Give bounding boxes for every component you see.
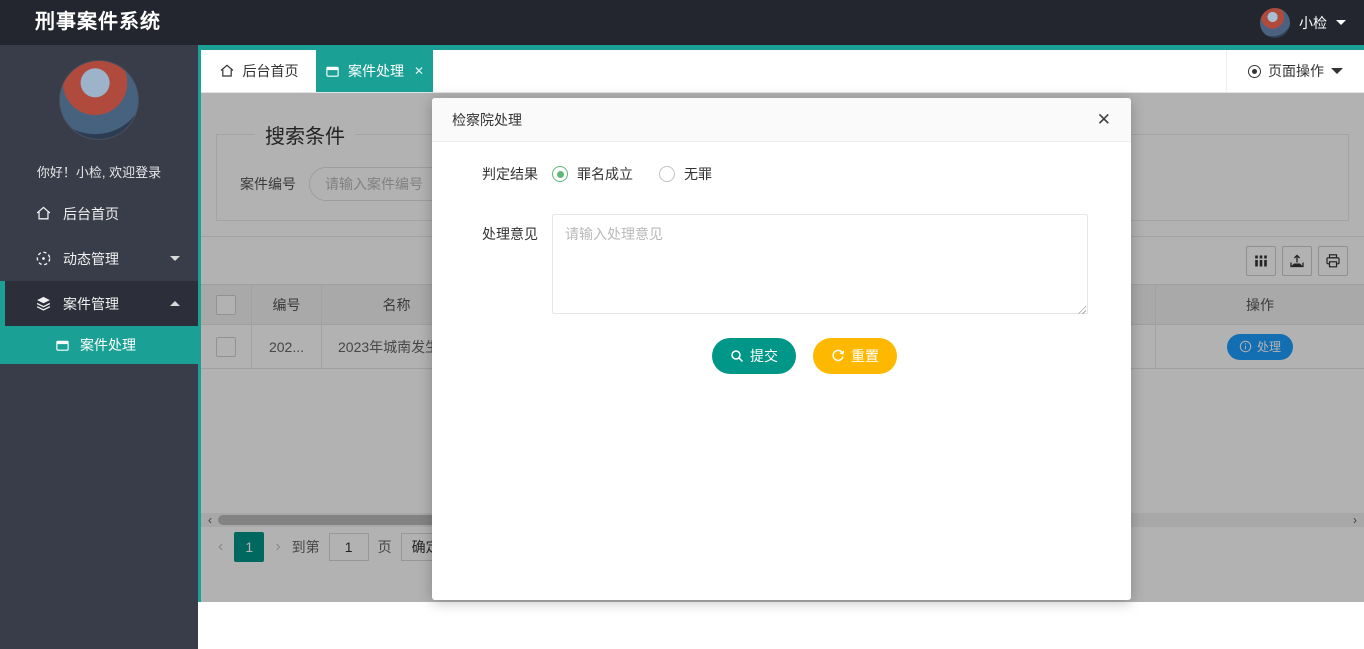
modal-buttons: 提交 重置 [712,338,1131,374]
modal-title: 检察院处理 [452,110,522,130]
page-operations-label: 页面操作 [1268,61,1324,81]
home-icon [35,205,52,222]
sidebar-item-label: 后台首页 [63,204,119,224]
chevron-down-icon [1336,20,1346,25]
radio-guilty[interactable]: 罪名成立 [552,164,633,184]
sidebar-item-case-handling[interactable]: 案件处理 [0,326,198,364]
verdict-row: 判定结果 罪名成立 无罪 [482,164,1131,184]
sidebar-item-home[interactable]: 后台首页 [0,191,198,236]
sidebar-accent-divider [198,45,201,602]
radio-icon [659,166,675,182]
sidebar-item-label: 动态管理 [63,249,119,269]
layers-icon [35,295,52,312]
radio-not-guilty[interactable]: 无罪 [659,164,712,184]
procuratorate-modal: 检察院处理 ✕ 判定结果 罪名成立 无罪 处理意见 [432,98,1131,600]
tab-label: 后台首页 [243,61,299,81]
radio-icon [552,166,568,182]
sidebar: 你好！小检, 欢迎登录 后台首页 动态管理 案件管理 [0,45,198,649]
chevron-down-icon [170,256,180,261]
reset-button[interactable]: 重置 [813,338,897,374]
tab-bar: 后台首页 案件处理 ✕ 页面操作 [201,50,1364,93]
radio-label: 罪名成立 [577,164,633,184]
opinion-textarea[interactable] [552,214,1088,314]
top-bar: 刑事案件系统 小检 [0,0,1364,45]
tab-close-icon[interactable]: ✕ [414,64,424,78]
submit-button[interactable]: 提交 [712,338,796,374]
sidebar-item-dynamic[interactable]: 动态管理 [0,236,198,281]
dynamic-icon [35,250,52,267]
chevron-up-icon [170,301,180,306]
circle-dot-icon [1248,65,1261,78]
modal-body: 判定结果 罪名成立 无罪 处理意见 [432,164,1131,374]
tab-case-handling[interactable]: 案件处理 ✕ [316,50,433,92]
user-avatar[interactable] [1260,8,1290,38]
tab-label: 案件处理 [348,61,404,81]
home-icon [219,63,235,79]
opinion-row: 处理意见 [482,214,1131,317]
window-icon [325,64,340,79]
close-icon[interactable]: ✕ [1097,110,1111,130]
sidebar-item-label: 案件处理 [80,335,136,355]
radio-label: 无罪 [684,164,712,184]
opinion-label: 处理意见 [482,224,538,317]
sidebar-item-case-management[interactable]: 案件管理 [0,281,198,326]
refresh-icon [831,349,845,363]
reset-label: 重置 [851,346,879,366]
verdict-radio-group: 罪名成立 无罪 [552,164,712,184]
page-operations-dropdown[interactable]: 页面操作 [1226,50,1364,92]
modal-header: 检察院处理 ✕ [432,98,1131,142]
sidebar-nav: 后台首页 动态管理 案件管理 案件处理 [0,191,198,364]
chevron-down-icon [1331,68,1343,74]
window-icon [55,338,70,353]
sidebar-item-label: 案件管理 [63,294,119,314]
submit-label: 提交 [750,346,778,366]
search-icon [730,349,744,363]
user-name: 小检 [1299,13,1327,33]
opinion-textarea-wrap [552,214,1088,317]
tab-home[interactable]: 后台首页 [201,50,316,92]
user-menu[interactable]: 小检 [1260,0,1346,45]
app-title: 刑事案件系统 [35,0,161,45]
greeting-text: 你好！小检, 欢迎登录 [0,162,198,181]
verdict-label: 判定结果 [482,164,538,184]
profile-avatar[interactable] [59,60,139,140]
